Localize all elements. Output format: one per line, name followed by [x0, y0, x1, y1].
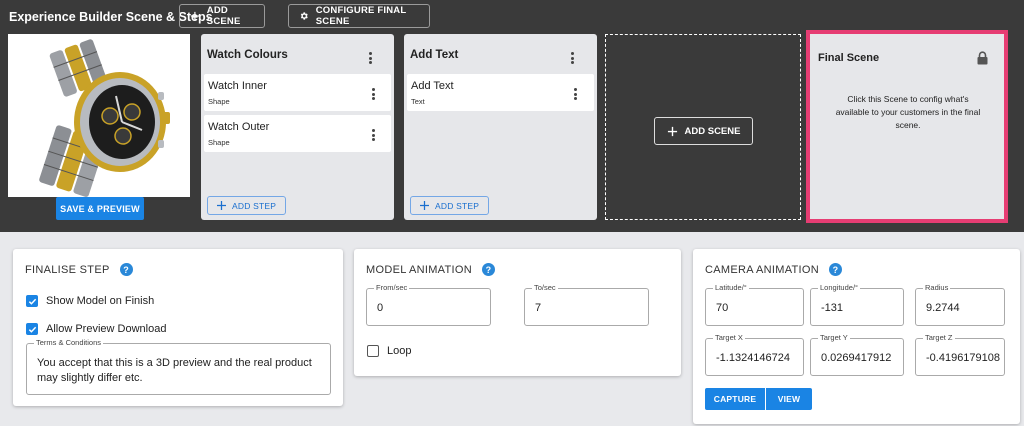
- help-icon[interactable]: ?: [119, 263, 133, 276]
- step-title: Watch Inner: [208, 80, 267, 92]
- step-type: Shape: [208, 138, 230, 147]
- field-label: Target Z: [923, 333, 955, 342]
- gear-icon: [300, 12, 308, 20]
- finalise-step-panel: FINALISE STEP ? Show Model on Finish All…: [13, 249, 343, 406]
- lock-icon: [977, 51, 988, 65]
- field-label: To/sec: [532, 283, 558, 292]
- field-label: Longitude/°: [818, 283, 861, 292]
- add-scene-button[interactable]: ADD SCENE: [179, 4, 265, 28]
- checkbox-checked-icon[interactable]: [26, 295, 38, 307]
- step-item-watch-inner[interactable]: Watch Inner Shape: [204, 74, 391, 111]
- watch-image: [39, 39, 170, 197]
- scene-title: Watch Colours: [207, 49, 288, 61]
- plus-icon: [190, 11, 199, 21]
- target-y-input[interactable]: Target Y 0.0269417912: [810, 333, 904, 376]
- checkbox-checked-icon[interactable]: [26, 323, 38, 335]
- scene-menu-icon[interactable]: [365, 51, 375, 65]
- field-value: 7: [535, 302, 542, 314]
- checkbox-label: Show Model on Finish: [46, 295, 155, 307]
- configure-final-scene-button[interactable]: CONFIGURE FINAL SCENE: [288, 4, 430, 28]
- field-value: -1.1324146724: [716, 352, 791, 364]
- from-sec-input[interactable]: From/sec 0: [366, 283, 491, 326]
- field-label: Target Y: [818, 333, 850, 342]
- step-item-add-text[interactable]: Add Text Text: [407, 74, 594, 111]
- checkbox-label: Loop: [387, 345, 412, 357]
- step-title: Watch Outer: [208, 121, 270, 133]
- plus-icon: [667, 126, 677, 136]
- field-label: Latitude/°: [713, 283, 749, 292]
- latitude-input[interactable]: Latitude/° 70: [705, 283, 804, 326]
- scene-title: Add Text: [410, 49, 459, 61]
- add-step-label: ADD STEP: [232, 200, 277, 211]
- camera-animation-header: CAMERA ANIMATION ?: [705, 263, 842, 276]
- save-preview-button[interactable]: SAVE & PREVIEW: [56, 197, 144, 220]
- add-scene-placeholder-button[interactable]: ADD SCENE: [654, 117, 753, 145]
- model-animation-header: MODEL ANIMATION ?: [366, 263, 495, 276]
- step-menu-icon[interactable]: [368, 128, 378, 142]
- show-model-checkbox-row[interactable]: Show Model on Finish: [26, 295, 154, 307]
- terms-textarea[interactable]: Terms & Conditions You accept that this …: [26, 338, 331, 395]
- panel-title: FINALISE STEP: [25, 263, 110, 276]
- model-preview[interactable]: [8, 34, 190, 197]
- plus-icon: [420, 201, 429, 210]
- camera-animation-panel: CAMERA ANIMATION ? Latitude/° 70 Longitu…: [693, 249, 1020, 424]
- field-label: Target X: [713, 333, 745, 342]
- target-x-input[interactable]: Target X -1.1324146724: [705, 333, 804, 376]
- field-label: Terms & Conditions: [34, 338, 104, 347]
- add-step-button[interactable]: ADD STEP: [207, 196, 287, 215]
- field-label: Radius: [923, 283, 951, 292]
- view-button[interactable]: VIEW: [766, 388, 812, 410]
- step-menu-icon[interactable]: [570, 87, 580, 101]
- field-value: 70: [716, 302, 729, 314]
- capture-button[interactable]: CAPTURE: [705, 388, 765, 410]
- target-z-input[interactable]: Target Z -0.4196179108: [915, 333, 1005, 376]
- field-value: 0.0269417912: [821, 352, 892, 364]
- step-item-watch-outer[interactable]: Watch Outer Shape: [204, 115, 391, 152]
- checkbox-label: Allow Preview Download: [46, 323, 167, 335]
- plus-icon: [217, 201, 226, 210]
- step-type: Shape: [208, 97, 230, 106]
- checkbox-unchecked-icon[interactable]: [367, 345, 379, 357]
- finalise-step-header: FINALISE STEP ?: [25, 263, 133, 276]
- panel-title: CAMERA ANIMATION: [705, 263, 819, 276]
- configure-final-scene-label: CONFIGURE FINAL SCENE: [315, 5, 407, 27]
- field-value: -0.4196179108: [926, 352, 1001, 364]
- scene-card-watch-colours[interactable]: Watch Colours Watch Inner Shape Watch Ou…: [201, 34, 394, 220]
- add-step-button[interactable]: ADD STEP: [410, 196, 490, 215]
- radius-input[interactable]: Radius 9.2744: [915, 283, 1005, 326]
- add-scene-placeholder-label: ADD SCENE: [684, 125, 741, 137]
- terms-text: You accept that this is a 3D preview and…: [37, 357, 312, 384]
- longitude-input[interactable]: Longitude/° -131: [810, 283, 904, 326]
- allow-download-checkbox-row[interactable]: Allow Preview Download: [26, 323, 166, 335]
- step-title: Add Text: [411, 80, 454, 92]
- loop-checkbox-row[interactable]: Loop: [367, 345, 411, 357]
- step-type: Text: [411, 97, 425, 106]
- help-icon[interactable]: ?: [481, 263, 495, 276]
- step-menu-icon[interactable]: [368, 87, 378, 101]
- field-value: -131: [821, 302, 844, 314]
- to-sec-input[interactable]: To/sec 7: [524, 283, 649, 326]
- scene-card-add-text[interactable]: Add Text Add Text Text ADD STEP: [404, 34, 597, 220]
- add-step-label: ADD STEP: [435, 200, 480, 211]
- add-scene-label: ADD SCENE: [206, 5, 241, 27]
- scene-menu-icon[interactable]: [567, 51, 577, 65]
- field-value: 0: [377, 302, 384, 314]
- final-scene-description: Click this Scene to config what's availa…: [835, 94, 981, 130]
- field-value: 9.2744: [926, 302, 960, 314]
- final-scene-card[interactable]: Final Scene Click this Scene to config w…: [806, 30, 1008, 223]
- model-animation-panel: MODEL ANIMATION ? From/sec 0 To/sec 7 Lo…: [354, 249, 681, 376]
- add-scene-dropzone: ADD SCENE: [605, 34, 801, 220]
- final-scene-title: Final Scene: [818, 52, 880, 64]
- panel-title: MODEL ANIMATION: [366, 263, 472, 276]
- help-icon[interactable]: ?: [829, 263, 842, 276]
- field-label: From/sec: [374, 283, 410, 292]
